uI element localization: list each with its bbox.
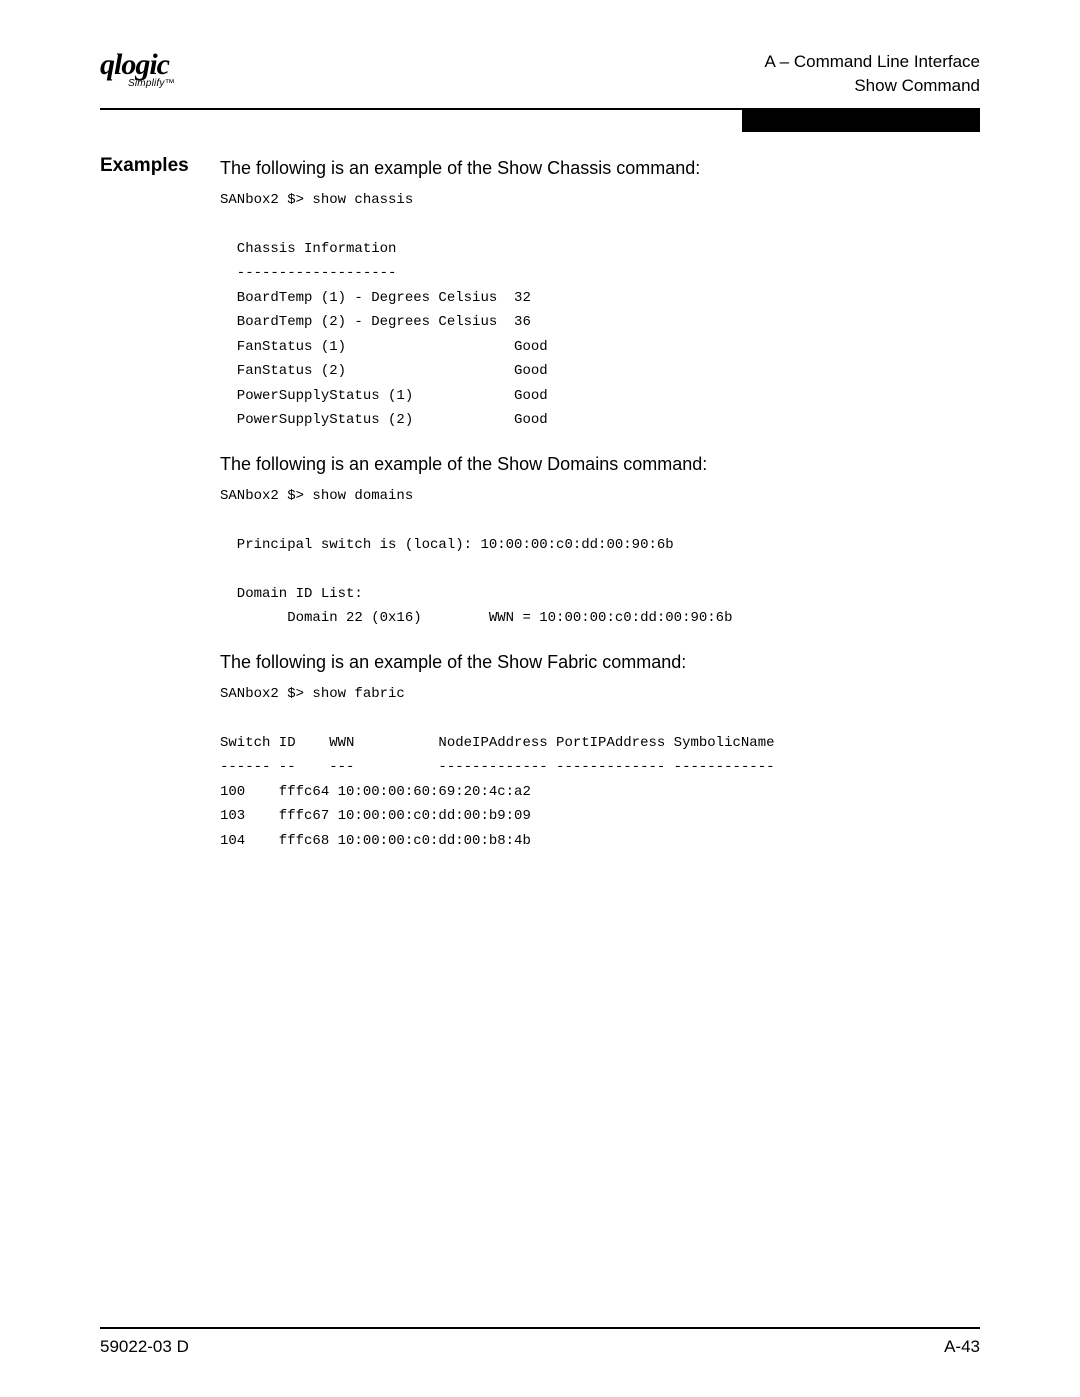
example2-code: SANbox2 $> show domains Principal switch… [220, 484, 980, 631]
example1-intro: The following is an example of the Show … [220, 155, 980, 182]
example1-code: SANbox2 $> show chassis Chassis Informat… [220, 188, 980, 433]
footer-row: 59022-03 D A-43 [100, 1337, 980, 1357]
example3-code: SANbox2 $> show fabric Switch ID WWN Nod… [220, 682, 980, 854]
footer-rule [100, 1327, 980, 1329]
example2-intro: The following is an example of the Show … [220, 451, 980, 478]
header-title: A – Command Line Interface Show Command [765, 50, 980, 98]
content-area: Examples The following is an example of … [100, 155, 980, 872]
header-line1: A – Command Line Interface [765, 50, 980, 74]
document-page: qlogic Simplify™ A – Command Line Interf… [0, 0, 1080, 1397]
footer-right: A-43 [944, 1337, 980, 1357]
page-header: qlogic Simplify™ A – Command Line Interf… [100, 50, 980, 98]
logo-text: qlogic [100, 50, 169, 80]
logo: qlogic Simplify™ [100, 50, 175, 89]
footer-left: 59022-03 D [100, 1337, 189, 1357]
page-footer: 59022-03 D A-43 [100, 1319, 980, 1357]
logo-tagline: Simplify™ [128, 78, 175, 89]
header-black-bar [742, 110, 980, 132]
examples-row: Examples The following is an example of … [100, 155, 980, 872]
section-label: Examples [100, 155, 220, 177]
example3-intro: The following is an example of the Show … [220, 649, 980, 676]
header-line2: Show Command [765, 74, 980, 98]
examples-body: The following is an example of the Show … [220, 155, 980, 872]
